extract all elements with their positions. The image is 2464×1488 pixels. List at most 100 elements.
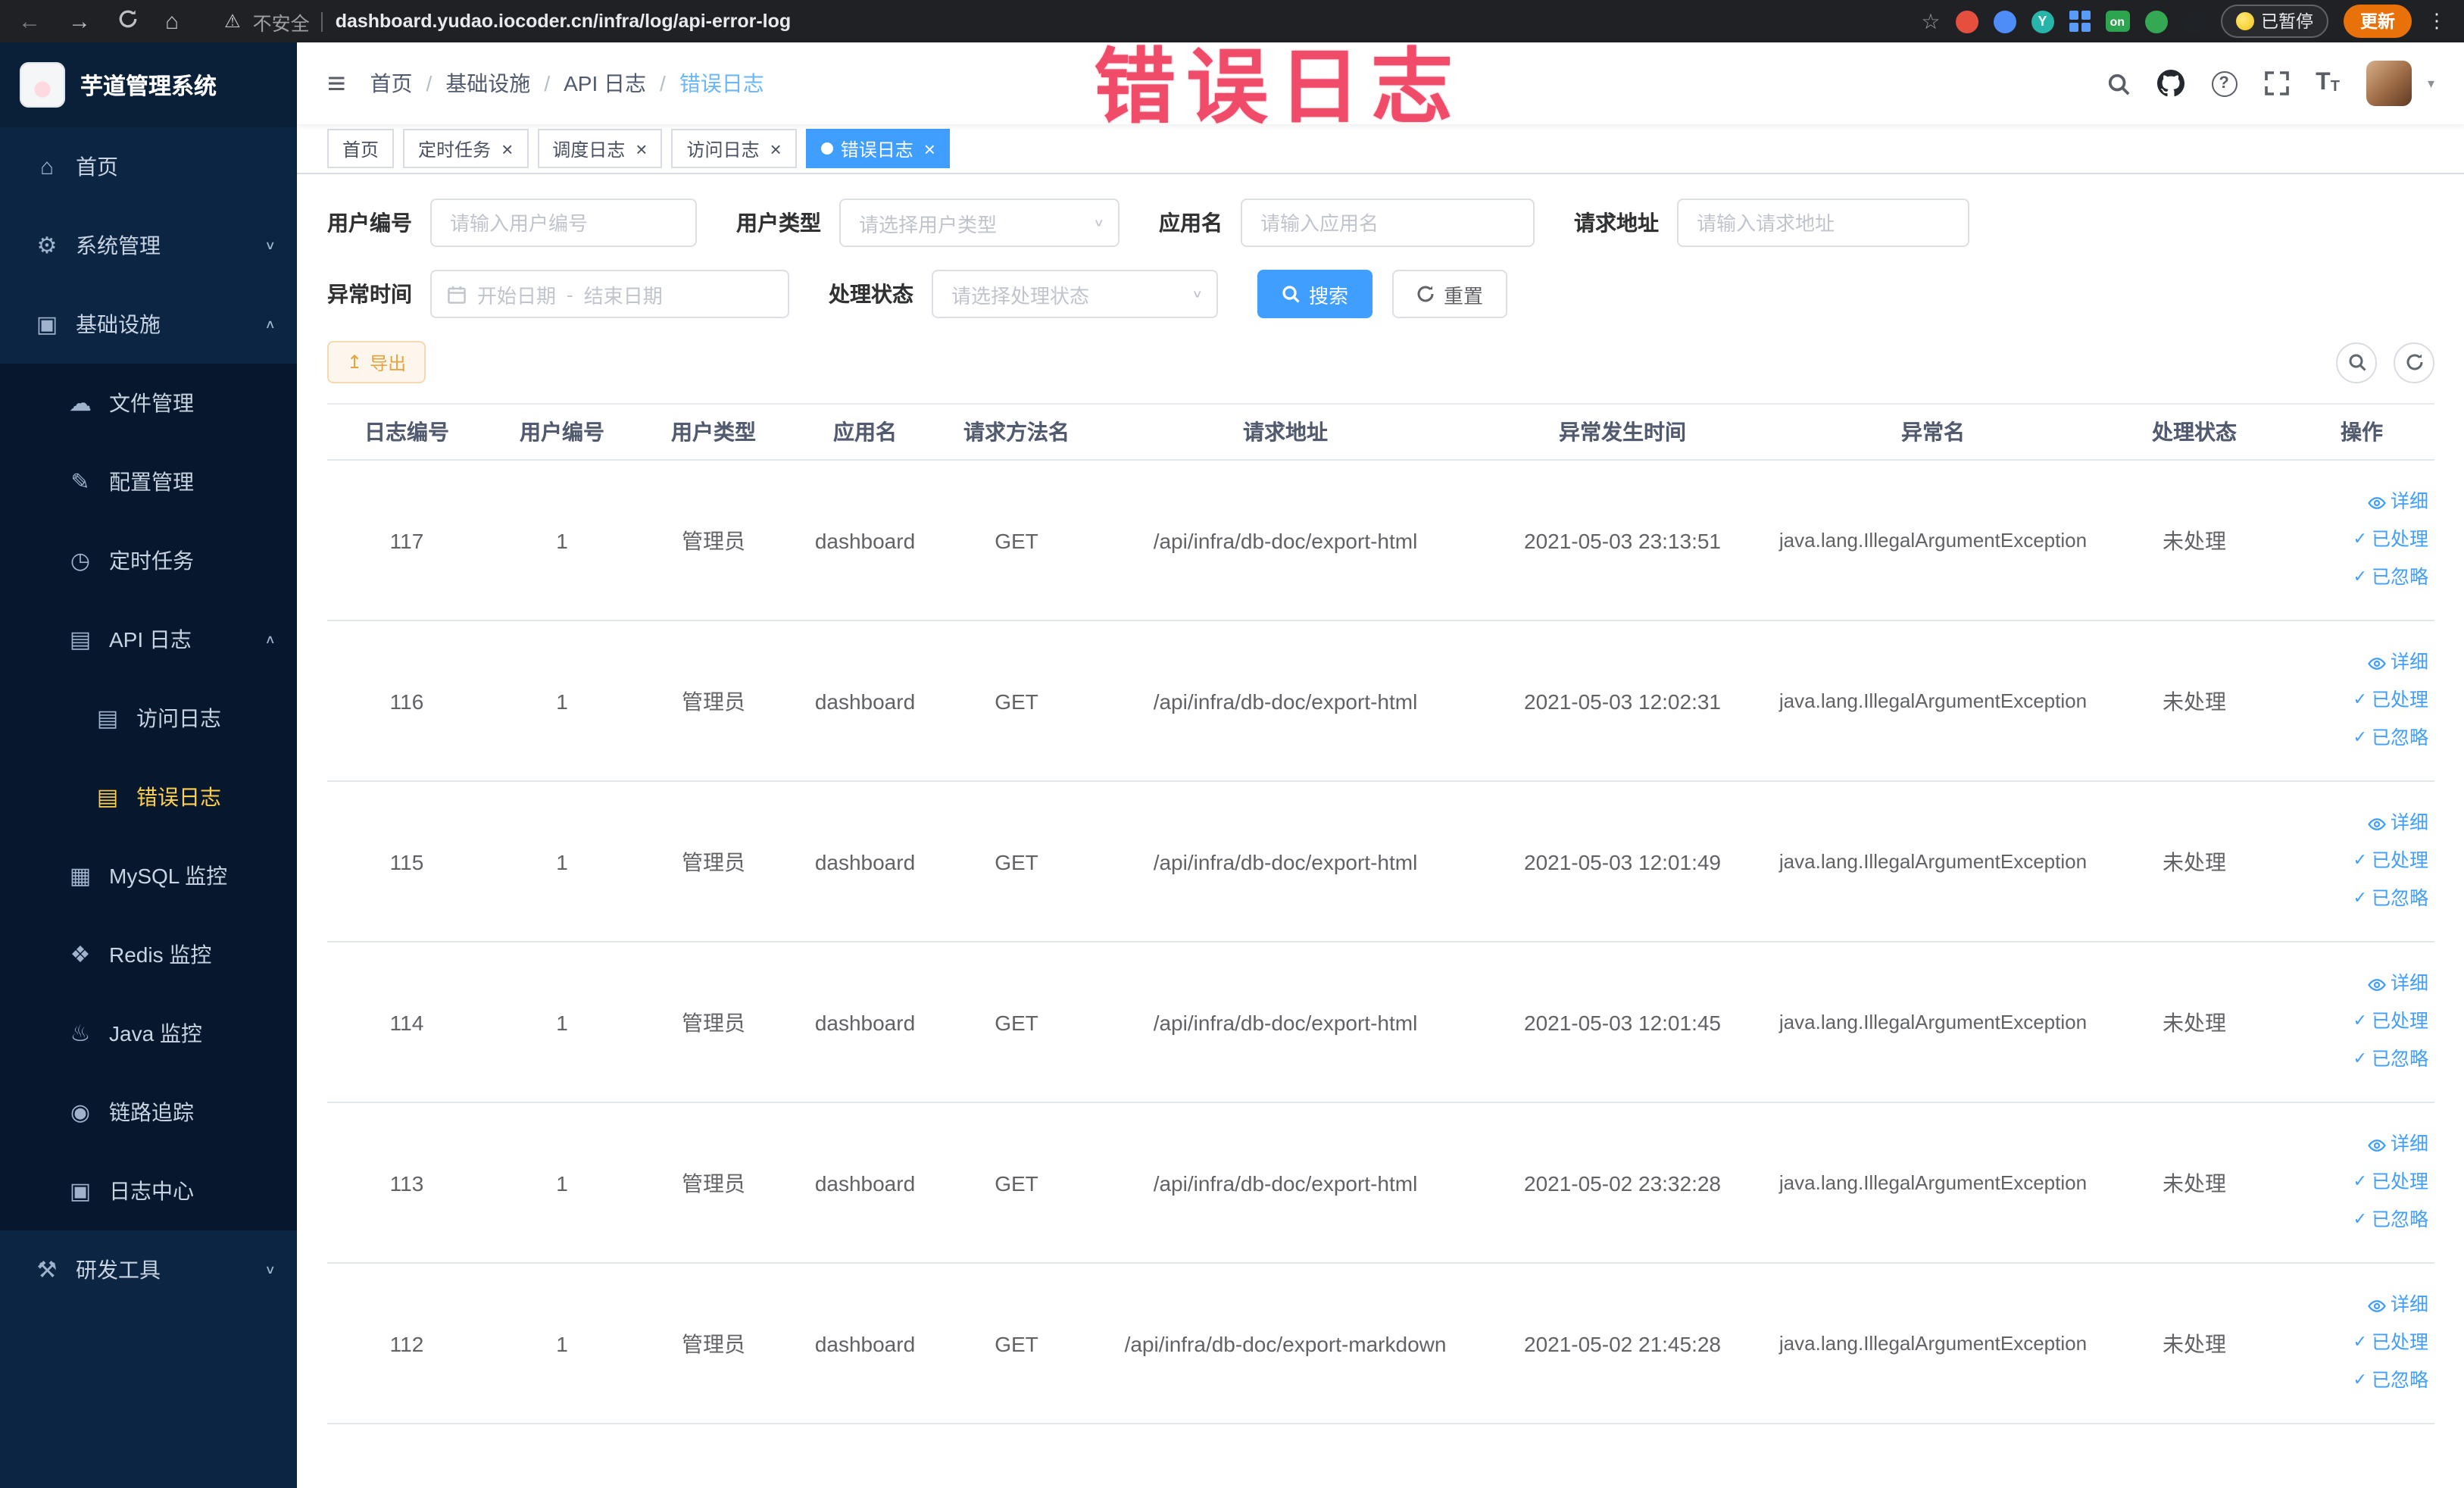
tab-access-log[interactable]: 访问日志 × (671, 129, 797, 168)
refresh-table-button[interactable] (2394, 342, 2434, 383)
sidebar-item-java-monitor[interactable]: ♨ Java 监控 (0, 994, 297, 1073)
ignore-link[interactable]: ✓ 已忽略 (2353, 1203, 2428, 1238)
detail-link[interactable]: 详细 (2368, 806, 2428, 841)
cell-exception: java.lang.IllegalArgumentException (1766, 781, 2100, 943)
sidebar-item-home[interactable]: ⌂ 首页 (0, 127, 297, 206)
search-icon[interactable] (2106, 72, 2129, 95)
process-status-select[interactable]: 请选择处理状态 ∨ (932, 270, 1218, 318)
sidebar-toggle[interactable]: ≡ (327, 67, 346, 99)
close-tab-icon[interactable]: × (924, 139, 935, 158)
sidebar-item-infrastructure[interactable]: ▣ 基础设施 ∧ (0, 285, 297, 364)
row-actions: 详细 ✓ 已处理 ✓ 已忽略 (2289, 1288, 2428, 1399)
extension-red-icon[interactable] (1955, 10, 1978, 33)
detail-link[interactable]: 详细 (2368, 967, 2428, 1002)
forward-button[interactable]: → (68, 8, 91, 34)
detail-link[interactable]: 详细 (2368, 1288, 2428, 1323)
close-tab-icon[interactable]: × (501, 139, 513, 158)
java-icon: ♨ (70, 1021, 91, 1047)
extension-blue-icon[interactable] (1993, 10, 2016, 33)
tab-home[interactable]: 首页 (327, 129, 395, 168)
sidebar-item-config-mgmt[interactable]: ✎ 配置管理 (0, 442, 297, 521)
cell-id: 116 (327, 621, 486, 782)
extension-dark-icon[interactable] (2182, 10, 2205, 33)
address-bar[interactable]: ⚠ 不安全 dashboard.yudao.iocoder.cn/infra/l… (197, 7, 1903, 36)
export-button[interactable]: ↥ 导出 (327, 341, 426, 383)
sidebar-item-redis-monitor[interactable]: ❖ Redis 监控 (0, 915, 297, 994)
cell-method: GET (941, 621, 1092, 782)
user-id-input[interactable] (430, 199, 697, 247)
eye-icon (2368, 978, 2386, 990)
sidebar-item-mysql-monitor[interactable]: ▦ MySQL 监控 (0, 836, 297, 915)
ignore-link[interactable]: ✓ 已忽略 (2353, 1364, 2428, 1399)
processed-link[interactable]: ✓ 已处理 (2353, 523, 2428, 558)
home-button[interactable]: ⌂ (165, 8, 179, 34)
sidebar-item-tracing[interactable]: ◉ 链路追踪 (0, 1073, 297, 1152)
profile-paused-badge[interactable]: 已暂停 (2220, 5, 2328, 38)
sidebar-item-file-mgmt[interactable]: ☁ 文件管理 (0, 364, 297, 442)
processed-link[interactable]: ✓ 已处理 (2353, 1005, 2428, 1039)
processed-link[interactable]: ✓ 已处理 (2353, 683, 2428, 718)
filter-row-1: 用户编号 用户类型 请选择用户类型 ∨ 应用名 (327, 199, 2434, 247)
tab-label: 错误日志 (840, 139, 913, 160)
processed-link[interactable]: ✓ 已处理 (2353, 1326, 2428, 1361)
main-layout: 芋道管理系统 ⌂ 首页 ⚙ 系统管理 ∨ ▣ 基础设施 ∧ ☁ 文件管理 ✎ 配置管理 ◷ 定时任务 ▤ AP… (0, 42, 2464, 1488)
user-avatar[interactable] (2366, 61, 2412, 106)
app-name-input[interactable] (1241, 199, 1535, 247)
sidebar-item-log-center[interactable]: ▣ 日志中心 (0, 1152, 297, 1230)
cell-user-id: 1 (486, 942, 638, 1103)
github-icon[interactable] (2156, 70, 2184, 97)
tab-error-log[interactable]: 错误日志 × (805, 129, 951, 168)
breadcrumb-item[interactable]: 基础设施 (445, 68, 530, 98)
breadcrumb-item[interactable]: API 日志 (564, 68, 646, 98)
error-log-table: 日志编号 用户编号 用户类型 应用名 请求方法名 请求地址 异常发生时间 异常名 处理状态 操作 … (327, 403, 2434, 1424)
processed-link[interactable]: ✓ 已处理 (2353, 844, 2428, 879)
sidebar-item-access-log[interactable]: ▤ 访问日志 (0, 679, 297, 758)
fullscreen-icon[interactable] (2264, 71, 2288, 95)
ignore-link[interactable]: ✓ 已忽略 (2353, 721, 2428, 756)
processed-link[interactable]: ✓ 已处理 (2353, 1165, 2428, 1200)
user-type-select[interactable]: 请选择用户类型 ∨ (839, 199, 1120, 247)
sidebar-item-dev-tools[interactable]: ⚒ 研发工具 ∨ (0, 1230, 297, 1309)
cell-method: GET (941, 460, 1092, 621)
tab-schedule-log[interactable]: 调度日志 × (537, 129, 663, 168)
breadcrumb-item[interactable]: 首页 (370, 68, 413, 98)
extension-teal-icon[interactable]: Y (2031, 10, 2054, 33)
browser-update-button[interactable]: 更新 (2344, 5, 2412, 38)
extension-on-icon[interactable]: on (2105, 11, 2129, 32)
sidebar-item-system-mgmt[interactable]: ⚙ 系统管理 ∨ (0, 206, 297, 285)
sidebar-item-scheduled-jobs[interactable]: ◷ 定时任务 (0, 521, 297, 600)
extension-grid-icon[interactable] (2069, 11, 2091, 32)
action-label: 已忽略 (2371, 1209, 2428, 1230)
ignore-link[interactable]: ✓ 已忽略 (2353, 561, 2428, 596)
font-size-icon[interactable]: TT (2316, 70, 2340, 95)
bookmark-star-icon[interactable]: ☆ (1921, 8, 1940, 34)
close-tab-icon[interactable]: × (770, 139, 782, 158)
app-brand[interactable]: 芋道管理系统 (0, 42, 297, 127)
action-label: 已忽略 (2371, 888, 2428, 909)
toggle-search-button[interactable] (2336, 342, 2377, 383)
request-url-input[interactable] (1677, 199, 1969, 247)
tab-label: 首页 (342, 139, 379, 160)
sidebar-item-error-log[interactable]: ▤ 错误日志 (0, 758, 297, 836)
tab-scheduled-jobs[interactable]: 定时任务 × (403, 129, 529, 168)
help-icon[interactable]: ? (2211, 70, 2238, 96)
ignore-link[interactable]: ✓ 已忽略 (2353, 1043, 2428, 1077)
reload-button[interactable] (118, 8, 138, 34)
close-tab-icon[interactable]: × (636, 139, 647, 158)
detail-link[interactable]: 详细 (2368, 646, 2428, 680)
detail-link[interactable]: 详细 (2368, 485, 2428, 520)
browser-menu-button[interactable]: ⋮ (2427, 9, 2447, 33)
cell-user-type: 管理员 (638, 460, 789, 621)
extension-green-icon[interactable] (2144, 10, 2167, 33)
chevron-down-icon: ∨ (264, 239, 276, 252)
reset-button[interactable]: 重置 (1392, 270, 1508, 318)
sidebar-item-label: 配置管理 (109, 470, 194, 494)
back-button[interactable]: ← (18, 8, 41, 34)
ignore-link[interactable]: ✓ 已忽略 (2353, 882, 2428, 917)
search-button[interactable]: 搜索 (1257, 270, 1373, 318)
cell-url: /api/infra/db-doc/export-html (1092, 942, 1479, 1103)
cell-user-type: 管理员 (638, 1263, 789, 1424)
detail-link[interactable]: 详细 (2368, 1127, 2428, 1162)
sidebar-item-api-logs[interactable]: ▤ API 日志 ∧ (0, 600, 297, 679)
date-range-input[interactable]: 开始日期 - 结束日期 (430, 270, 789, 318)
